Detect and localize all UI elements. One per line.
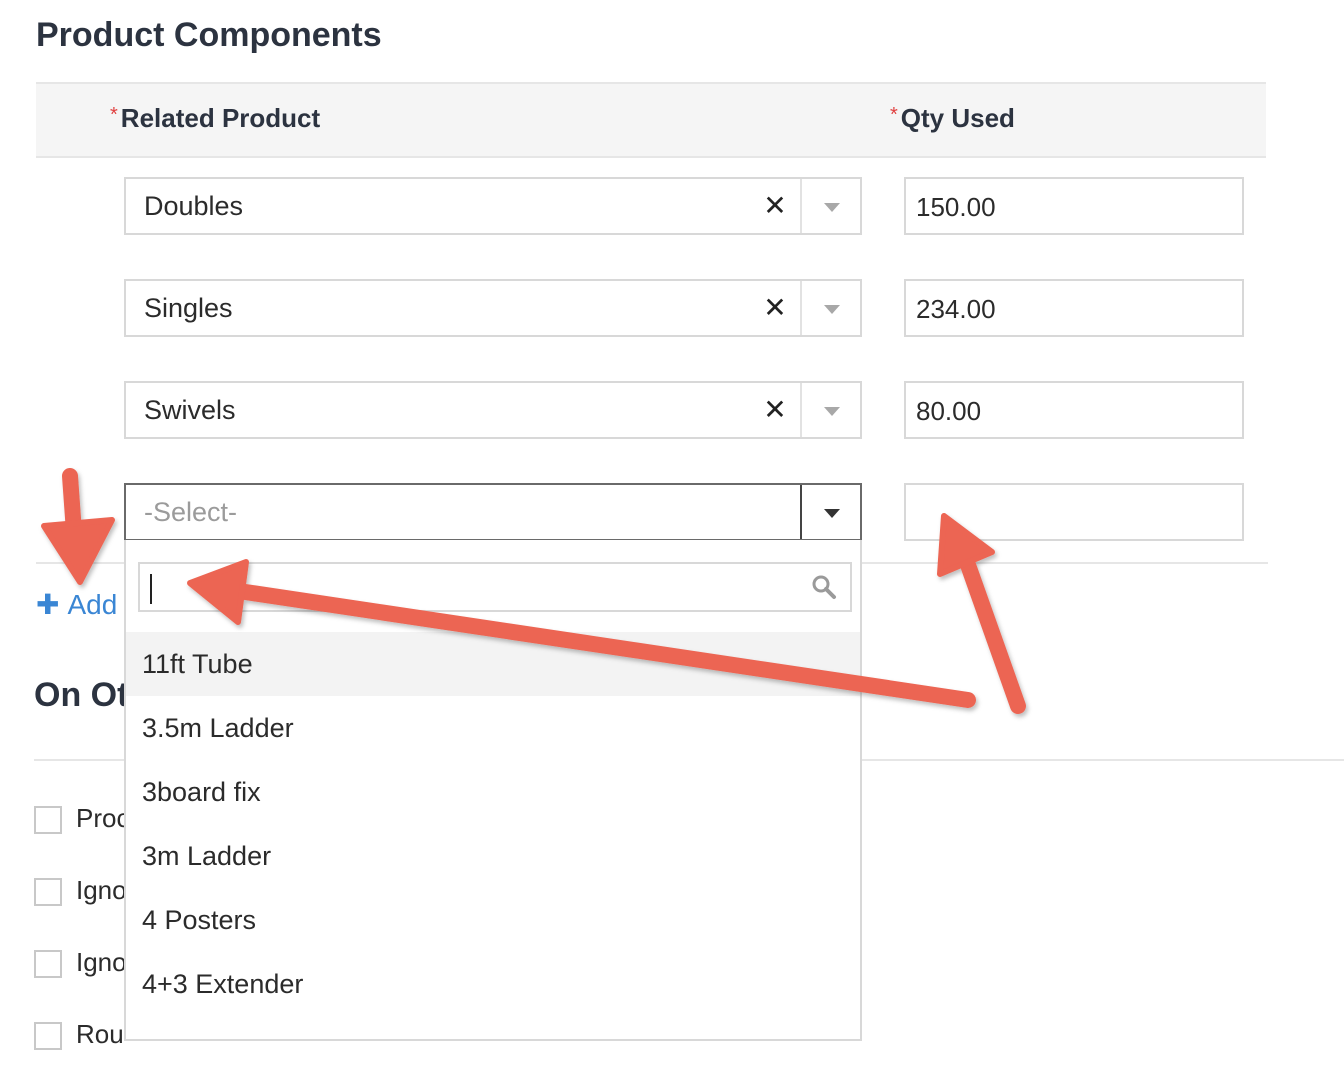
qty-used-input-new[interactable] [904, 483, 1244, 541]
checkbox[interactable] [34, 806, 62, 835]
annotation-arrow-down [62, 468, 84, 568]
divider [800, 485, 802, 539]
required-marker: * [110, 104, 118, 126]
chevron-down-icon[interactable] [824, 407, 840, 416]
dropdown-option[interactable]: 11ft Tube [126, 632, 860, 696]
add-label: Add [67, 589, 118, 620]
related-product-select[interactable]: Swivels ✕ [124, 381, 862, 439]
checkbox[interactable] [34, 878, 62, 907]
dropdown-option[interactable]: 4+3 Extender [126, 952, 860, 1016]
selected-product: Swivels [144, 395, 236, 425]
dropdown-option[interactable]: 3board fix [126, 760, 860, 824]
dropdown-option[interactable]: 3m Ladder [126, 824, 860, 888]
related-product-select[interactable]: Doubles ✕ [124, 177, 862, 235]
dropdown-search-input[interactable] [138, 562, 852, 612]
clear-icon[interactable]: ✕ [762, 393, 788, 426]
checkbox-row[interactable]: Rou [34, 1019, 124, 1051]
clear-icon[interactable]: ✕ [762, 291, 788, 324]
qty-used-input[interactable]: 80.00 [904, 381, 1244, 439]
related-product-select[interactable]: Singles ✕ [124, 279, 862, 337]
text-cursor [150, 574, 152, 604]
select-placeholder: -Select- [144, 497, 238, 527]
qty-used-input[interactable]: 150.00 [904, 177, 1244, 235]
annotation-arrow-up [954, 540, 1026, 714]
dropdown-option[interactable]: 3.5m Ladder [126, 696, 860, 760]
dropdown-option[interactable]: 4 Posters [126, 888, 860, 952]
column-header-qty-used: * Qty Used [890, 103, 1015, 133]
annotation-arrowhead [41, 517, 115, 585]
selected-product: Doubles [144, 191, 244, 221]
required-marker: * [890, 104, 898, 126]
chevron-down-icon[interactable] [824, 305, 840, 314]
checkbox-row[interactable]: Proc [34, 803, 129, 835]
divider [800, 383, 802, 437]
add-row-link[interactable]: ✚ Add [36, 588, 117, 621]
checkbox[interactable] [34, 950, 62, 979]
column-header-related-product: * Related Product [110, 103, 321, 133]
chevron-down-icon[interactable] [824, 203, 840, 212]
section-title: On Ot [34, 676, 129, 714]
search-icon [812, 575, 836, 599]
chevron-down-icon[interactable] [824, 509, 840, 518]
clear-icon[interactable]: ✕ [762, 189, 788, 222]
checkbox[interactable] [34, 1022, 62, 1051]
checkbox-row[interactable]: Igno [34, 947, 127, 979]
qty-used-input[interactable]: 234.00 [904, 279, 1244, 337]
selected-product: Singles [144, 293, 233, 323]
plus-icon: ✚ [36, 589, 60, 620]
product-dropdown-panel: 11ft Tube 3.5m Ladder 3board fix 3m Ladd… [124, 540, 862, 1041]
checkbox-row[interactable]: Igno [34, 875, 127, 907]
divider [800, 281, 802, 335]
divider [800, 179, 802, 233]
related-product-select-new[interactable]: -Select- [124, 483, 862, 541]
page-title: Product Components [36, 16, 382, 54]
